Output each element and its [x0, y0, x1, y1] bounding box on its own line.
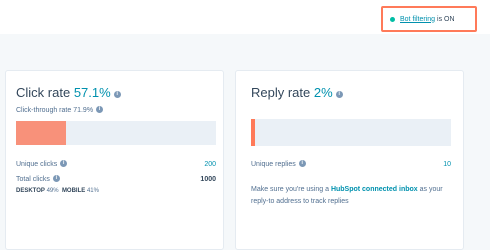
unique-clicks-value[interactable]: 200	[204, 161, 216, 168]
click-rate-label: Click rate	[16, 85, 71, 100]
top-bar: Bot filtering is ON	[0, 0, 490, 34]
info-icon[interactable]: i	[52, 175, 60, 182]
unique-replies-label: Unique replies	[251, 161, 296, 168]
mobile-value: 41%	[86, 188, 99, 194]
total-clicks-value: 1000	[200, 175, 216, 183]
reply-rate-bar	[251, 119, 451, 146]
status-dot-icon	[390, 16, 395, 22]
desktop-label: DESKTOP	[16, 188, 45, 194]
reply-rate-value: 2%	[313, 85, 333, 100]
click-through-rate-label: Click-through rate 71.9%	[16, 107, 94, 114]
connected-inbox-link[interactable]: HubSpot connected inbox	[331, 186, 418, 193]
total-clicks-label: Total clicks	[16, 176, 50, 183]
click-rate-bar	[16, 121, 216, 145]
reply-rate-card: Reply rate 2% i Unique replies i 10 Make s…	[235, 70, 464, 250]
info-icon[interactable]: i	[96, 106, 104, 113]
reply-tracking-note: Make sure you're using a HubSpot connect…	[251, 184, 461, 208]
click-rate-card: Click rate 57.1% i Click-through rate 71.…	[5, 70, 224, 250]
info-icon[interactable]: i	[335, 91, 343, 98]
bot-filtering-link[interactable]: Bot filtering	[400, 16, 435, 23]
unique-clicks-row: Unique clicks i 200	[16, 160, 216, 168]
unique-replies-value[interactable]: 10	[443, 161, 451, 168]
click-rate-title: Click rate 57.1% i	[16, 85, 121, 100]
bot-filtering-state: is ON	[437, 15, 455, 23]
unique-clicks-label: Unique clicks	[16, 161, 58, 168]
total-clicks-row: Total clicks i 1000	[16, 175, 216, 183]
reply-rate-bar-fill	[251, 119, 255, 146]
bot-filtering-status: Bot filtering is ON	[381, 6, 477, 32]
info-icon[interactable]: i	[298, 160, 306, 167]
reply-rate-label: Reply rate	[251, 85, 311, 100]
info-icon[interactable]: i	[60, 160, 68, 167]
click-through-rate: Click-through rate 71.9% i	[16, 106, 104, 114]
reply-rate-title: Reply rate 2% i	[251, 85, 343, 100]
click-rate-bar-fill	[16, 121, 66, 145]
note-text-before: Make sure you're using a	[251, 186, 331, 193]
click-rate-value: 57.1%	[73, 85, 111, 100]
info-icon[interactable]: i	[113, 91, 121, 98]
desktop-value: 49%	[46, 188, 59, 194]
unique-replies-row: Unique replies i 10	[251, 160, 451, 168]
mobile-label: MOBILE	[61, 188, 86, 194]
device-breakdown: DESKTOP 49% MOBILE 41%	[16, 188, 99, 194]
